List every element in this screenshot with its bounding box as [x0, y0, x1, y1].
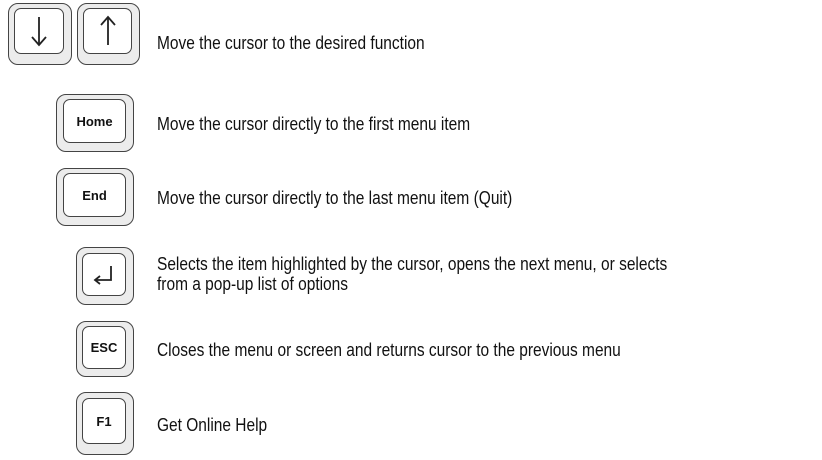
- row-description-line: from a pop-up list of options: [157, 274, 349, 294]
- row-description: Closes the menu or screen and returns cu…: [157, 340, 621, 360]
- esc-key: ESC: [76, 321, 134, 377]
- up-arrow-icon: [83, 8, 132, 54]
- f1-key-label: F1: [82, 398, 126, 444]
- row-description-line: Selects the item highlighted by the curs…: [157, 254, 668, 274]
- row-description-text: ): [507, 188, 513, 208]
- row-description: Move the cursor directly to the last men…: [157, 188, 512, 208]
- esc-key-label: ESC: [82, 326, 126, 369]
- f1-key: F1: [76, 392, 134, 455]
- down-arrow-icon: [14, 8, 64, 54]
- home-key: Home: [56, 94, 134, 152]
- row-description: Move the cursor to the desired function: [157, 33, 425, 53]
- row-description: Get Online Help: [157, 415, 268, 435]
- enter-return-icon: [82, 253, 126, 296]
- row-description: Move the cursor directly to the first me…: [157, 114, 471, 134]
- row-description-text: Move the cursor directly to the last men…: [157, 188, 479, 208]
- enter-key: [76, 247, 134, 305]
- quit-keyword: Quit: [478, 188, 508, 208]
- end-key-label: End: [63, 173, 126, 217]
- up-arrow-key: [77, 3, 140, 65]
- end-key: End: [56, 168, 134, 226]
- home-key-label: Home: [63, 99, 126, 143]
- down-arrow-key: [8, 3, 72, 65]
